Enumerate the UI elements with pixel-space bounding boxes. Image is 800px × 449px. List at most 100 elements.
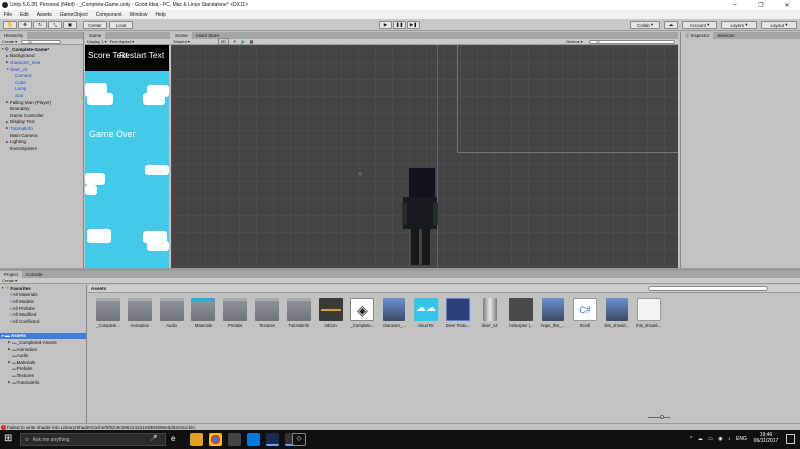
collab-button[interactable]: Collab ▾: [630, 21, 660, 29]
folder-tree-item[interactable]: ▬ Textures: [0, 372, 86, 379]
folder-tree-item[interactable]: ▬ Audio: [0, 352, 86, 359]
menu-file[interactable]: File: [0, 12, 16, 18]
cloud-icon[interactable]: ☁: [664, 21, 678, 29]
move-tool-icon[interactable]: ✥: [18, 21, 32, 29]
folder-tree-item[interactable]: ▬ Prefabs: [0, 366, 86, 373]
status-bar[interactable]: ! Failed to write shader into Library/Sh…: [0, 423, 800, 430]
asset-item[interactable]: this_should...: [634, 298, 664, 328]
skype-icon[interactable]: [247, 433, 260, 446]
hierarchy-item[interactable]: Lamp: [1, 86, 82, 93]
zoom-slider-thumb[interactable]: [660, 415, 664, 419]
asset-item[interactable]: ◈ _Complete...: [347, 298, 377, 328]
breadcrumb-assets[interactable]: Assets: [91, 286, 106, 291]
close-icon[interactable]: ✕: [774, 0, 800, 10]
tab-hierarchy[interactable]: Hierarchy: [0, 32, 28, 39]
asset-item[interactable]: helicopter (...: [506, 298, 536, 328]
hierarchy-item[interactable]: ▶ Falling Man (Player): [1, 99, 82, 106]
asset-item[interactable]: Diver Textu...: [443, 298, 473, 328]
microphone-icon[interactable]: 🎤: [150, 435, 157, 442]
language-indicator[interactable]: ENG: [736, 436, 747, 442]
asset-item[interactable]: Prefabs: [220, 298, 250, 328]
menu-help[interactable]: Help: [151, 12, 169, 18]
lighting-toggle-icon[interactable]: ☀: [233, 39, 237, 44]
hierarchy-item[interactable]: ▶ character_new: [1, 59, 82, 66]
favorite-item[interactable]: ⌕ All Conflicted: [0, 318, 86, 325]
hierarchy-item[interactable]: EventSystem: [1, 145, 82, 152]
menu-component[interactable]: Component: [92, 12, 126, 18]
clock[interactable]: 19:46 06/11/2017: [752, 432, 780, 444]
unity-taskbar-icon[interactable]: ◇: [292, 433, 306, 446]
zoom-slider[interactable]: [648, 417, 670, 418]
notification-center-icon[interactable]: [786, 434, 795, 444]
display-dropdown[interactable]: Display 1 ▾: [87, 39, 107, 44]
diver-model[interactable]: [409, 168, 435, 200]
windows-start-icon[interactable]: ⊞: [4, 434, 12, 444]
menu-assets[interactable]: Assets: [33, 12, 56, 18]
maximize-icon[interactable]: ❐: [748, 0, 774, 10]
asset-item[interactable]: 3dCon: [316, 298, 346, 328]
assets-root-item[interactable]: ▼ ▬ Assets: [0, 332, 86, 340]
asset-item[interactable]: _Complete...: [93, 298, 123, 328]
favorite-item[interactable]: ⌕ All Models: [0, 298, 86, 305]
folder-tree-item[interactable]: ▶ ▬ Materials: [0, 359, 86, 366]
minimize-icon[interactable]: –: [722, 0, 748, 10]
pause-button[interactable]: ❚❚: [393, 21, 406, 29]
toggle-2d-button[interactable]: 2D: [217, 38, 230, 45]
asset-item[interactable]: TutorialInfo: [284, 298, 314, 328]
favorite-item[interactable]: ⌕ All Modified: [0, 311, 86, 318]
file-explorer-icon[interactable]: [190, 433, 203, 446]
hierarchy-item[interactable]: ▼ diver_v3: [1, 66, 82, 73]
hierarchy-search-input[interactable]: All: [21, 39, 62, 44]
scene-search-input[interactable]: All: [589, 39, 675, 44]
layers-dropdown[interactable]: Layers ▾: [721, 21, 757, 29]
project-create-button[interactable]: Create ▾: [2, 278, 17, 283]
folder-tree-item[interactable]: ▶ ▬ TutorialInfo: [0, 379, 86, 386]
asset-item[interactable]: Materials: [188, 298, 218, 328]
steam-icon[interactable]: [266, 433, 279, 446]
menu-edit[interactable]: Edit: [16, 12, 33, 18]
rect-tool-icon[interactable]: ▣: [63, 21, 77, 29]
game-view-canvas[interactable]: Score Text Restart Text Game Over: [85, 45, 169, 268]
favorite-item[interactable]: ⌕ All Materials: [0, 292, 86, 299]
folder-tree-item[interactable]: ▶ ▬ _Completed-Assets: [0, 339, 86, 346]
hand-tool-icon[interactable]: ✋: [3, 21, 17, 29]
gizmos-dropdown[interactable]: Gizmos ▾: [566, 39, 583, 44]
hierarchy-item[interactable]: Boundary: [1, 105, 82, 112]
project-search-input[interactable]: [648, 286, 768, 291]
effects-toggle-icon[interactable]: ▦: [250, 39, 254, 44]
chrome-icon[interactable]: [209, 433, 222, 446]
hierarchy-item[interactable]: Main Camera: [1, 132, 82, 139]
tab-project[interactable]: Project: [0, 271, 23, 278]
tab-game[interactable]: Game: [85, 32, 106, 39]
aspect-dropdown[interactable]: Free Aspect ▾: [110, 39, 134, 44]
hierarchy-item[interactable]: ▶ TutorialInfo: [1, 125, 82, 132]
asset-item[interactable]: character_...: [379, 298, 409, 328]
favorites-header[interactable]: ▼ ★ Favorites: [0, 285, 86, 292]
edge-browser-icon[interactable]: e: [171, 434, 175, 443]
hierarchy-item[interactable]: Sun: [1, 92, 82, 99]
menu-gameobject[interactable]: GameObject: [56, 12, 92, 18]
scale-tool-icon[interactable]: ⤡: [48, 21, 62, 29]
system-tray-icons[interactable]: ^ ☁ ▭ ◉ ♪: [690, 436, 733, 442]
pivot-local-button[interactable]: Local: [109, 21, 133, 29]
hierarchy-item[interactable]: Cube: [1, 79, 82, 86]
folder-tree-item[interactable]: ▶ ▬ Animation: [0, 346, 86, 353]
hierarchy-item[interactable]: ▶ Background: [1, 53, 82, 60]
store-icon[interactable]: [228, 433, 241, 446]
taskbar-search-box[interactable]: ○ Ask me anything: [20, 433, 166, 446]
tab-scene[interactable]: Scene: [171, 32, 192, 39]
asset-item[interactable]: diver_v3: [475, 298, 505, 328]
hierarchy-item[interactable]: ▶ Lighting: [1, 138, 82, 145]
scene-root-item[interactable]: ▼ ◇ _Complete-Game*: [1, 46, 82, 53]
tab-inspector[interactable]: ⓘ Inspector: [681, 32, 714, 39]
step-button[interactable]: ▶❚: [407, 21, 420, 29]
asset-item[interactable]: Audio: [157, 298, 187, 328]
tab-console[interactable]: Console: [22, 271, 47, 278]
hierarchy-item[interactable]: ▶ Display Text: [1, 119, 82, 126]
shading-dropdown[interactable]: Shaded ▾: [173, 39, 190, 44]
account-dropdown[interactable]: Account ▾: [682, 21, 717, 29]
pivot-center-button[interactable]: Center: [83, 21, 107, 29]
play-button[interactable]: ▶: [379, 21, 392, 29]
scene-view-canvas[interactable]: ☼: [171, 45, 678, 268]
asset-item[interactable]: ☁☁ cloud Rc: [411, 298, 441, 328]
